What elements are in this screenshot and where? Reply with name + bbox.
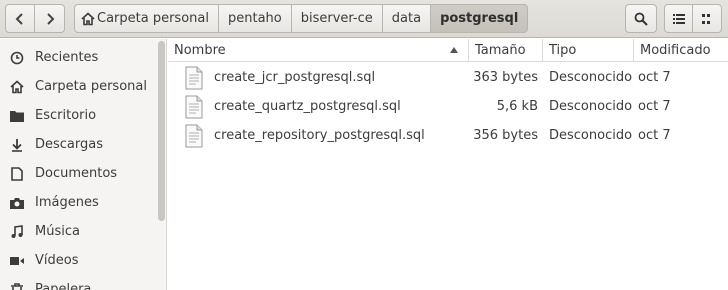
- breadcrumb-label: biserver-ce: [300, 11, 373, 26]
- file-type: Desconocido: [549, 70, 633, 85]
- breadcrumb-home[interactable]: Carpeta personal: [74, 4, 219, 33]
- sidebar-item-label: Papelera: [35, 282, 92, 290]
- sidebar-scrollbar[interactable]: [158, 41, 165, 221]
- column-header-size[interactable]: Tamaño: [468, 39, 542, 62]
- breadcrumb-label: postgresql: [440, 11, 519, 26]
- sidebar-item-videos[interactable]: Vídeos: [0, 246, 166, 275]
- sidebar-item-label: Documentos: [35, 166, 118, 181]
- column-header-label: Nombre: [174, 43, 226, 58]
- document-icon: [9, 166, 25, 182]
- sidebar-item-label: Recientes: [35, 50, 99, 65]
- trash-icon: [9, 282, 25, 290]
- view-buttons: [664, 4, 722, 33]
- search-button[interactable]: [625, 4, 657, 33]
- home-icon: [81, 11, 95, 25]
- home-icon: [9, 79, 25, 95]
- file-list: Nombre Tamaño Tipo Modificado create_jcr…: [168, 39, 728, 290]
- file-type: Desconocido: [549, 128, 633, 143]
- file-type: Desconocido: [549, 99, 633, 114]
- column-header-type[interactable]: Tipo: [542, 39, 633, 62]
- view-menu-icon: [702, 13, 710, 24]
- file-name: create_jcr_postgresql.sql: [214, 70, 376, 85]
- sidebar-item-papelera[interactable]: Papelera: [0, 275, 166, 290]
- breadcrumb: Carpeta personal pentaho biserver-ce dat…: [74, 4, 529, 33]
- breadcrumb-label: data: [391, 11, 422, 26]
- sidebar-item-label: Vídeos: [35, 253, 79, 268]
- chevron-left-icon: [15, 12, 23, 25]
- text-file-icon: [185, 95, 203, 119]
- navigation-buttons: [5, 4, 65, 33]
- folder-icon: [9, 108, 25, 124]
- file-size: 363 bytes: [473, 70, 538, 85]
- column-header-modified[interactable]: Modificado: [633, 39, 728, 62]
- breadcrumb-postgresql[interactable]: postgresql: [431, 4, 529, 33]
- search-icon: [634, 12, 648, 26]
- chevron-right-icon: [46, 12, 54, 25]
- breadcrumb-label: Carpeta personal: [97, 11, 209, 26]
- sidebar-item-label: Descargas: [35, 137, 104, 152]
- sidebar-item-descargas[interactable]: Descargas: [0, 130, 166, 159]
- table-row[interactable]: create_quartz_postgresql.sql 5,6 kB Desc…: [168, 92, 728, 121]
- sidebar-item-label: Imágenes: [35, 195, 99, 210]
- sidebar-item-documentos[interactable]: Documentos: [0, 159, 166, 188]
- file-size: 5,6 kB: [496, 99, 538, 114]
- sidebar-item-recientes[interactable]: Recientes: [0, 43, 166, 72]
- list-view-icon: [672, 13, 685, 24]
- column-header-label: Tamaño: [475, 43, 526, 58]
- clock-icon: [9, 50, 25, 66]
- video-icon: [9, 253, 25, 269]
- sidebar: Recientes Carpeta personal Escritorio De…: [0, 39, 167, 290]
- text-file-icon: [185, 124, 203, 148]
- column-headers: Nombre Tamaño Tipo Modificado: [168, 39, 728, 62]
- file-modified: oct 7: [638, 99, 671, 114]
- column-header-name[interactable]: Nombre: [168, 39, 468, 62]
- download-icon: [9, 137, 25, 153]
- column-header-label: Tipo: [549, 43, 577, 58]
- view-menu-button[interactable]: [693, 4, 722, 33]
- sidebar-item-imagenes[interactable]: Imágenes: [0, 188, 166, 217]
- music-icon: [9, 224, 25, 240]
- sidebar-item-label: Carpeta personal: [35, 79, 147, 94]
- back-button[interactable]: [5, 4, 35, 33]
- column-header-label: Modificado: [640, 43, 711, 58]
- breadcrumb-label: pentaho: [227, 11, 282, 26]
- file-modified: oct 7: [638, 128, 671, 143]
- breadcrumb-biserver-ce[interactable]: biserver-ce: [291, 4, 383, 33]
- breadcrumb-pentaho[interactable]: pentaho: [218, 4, 292, 33]
- sidebar-item-musica[interactable]: Música: [0, 217, 166, 246]
- sidebar-item-carpeta-personal[interactable]: Carpeta personal: [0, 72, 166, 101]
- list-view-button[interactable]: [664, 4, 693, 33]
- sidebar-item-escritorio[interactable]: Escritorio: [0, 101, 166, 130]
- sidebar-item-label: Música: [35, 224, 80, 239]
- file-name: create_quartz_postgresql.sql: [214, 99, 401, 114]
- file-size: 356 bytes: [473, 128, 538, 143]
- sidebar-item-label: Escritorio: [35, 108, 97, 123]
- file-name: create_repository_postgresql.sql: [214, 128, 425, 143]
- breadcrumb-data[interactable]: data: [382, 4, 432, 33]
- sort-ascending-icon: [450, 47, 458, 53]
- forward-button[interactable]: [35, 4, 65, 33]
- camera-icon: [9, 195, 25, 211]
- text-file-icon: [185, 66, 203, 90]
- file-modified: oct 7: [638, 70, 671, 85]
- table-row[interactable]: create_jcr_postgresql.sql 363 bytes Desc…: [168, 63, 728, 92]
- table-row[interactable]: create_repository_postgresql.sql 356 byt…: [168, 121, 728, 150]
- header-bar: Carpeta personal pentaho biserver-ce dat…: [0, 0, 728, 38]
